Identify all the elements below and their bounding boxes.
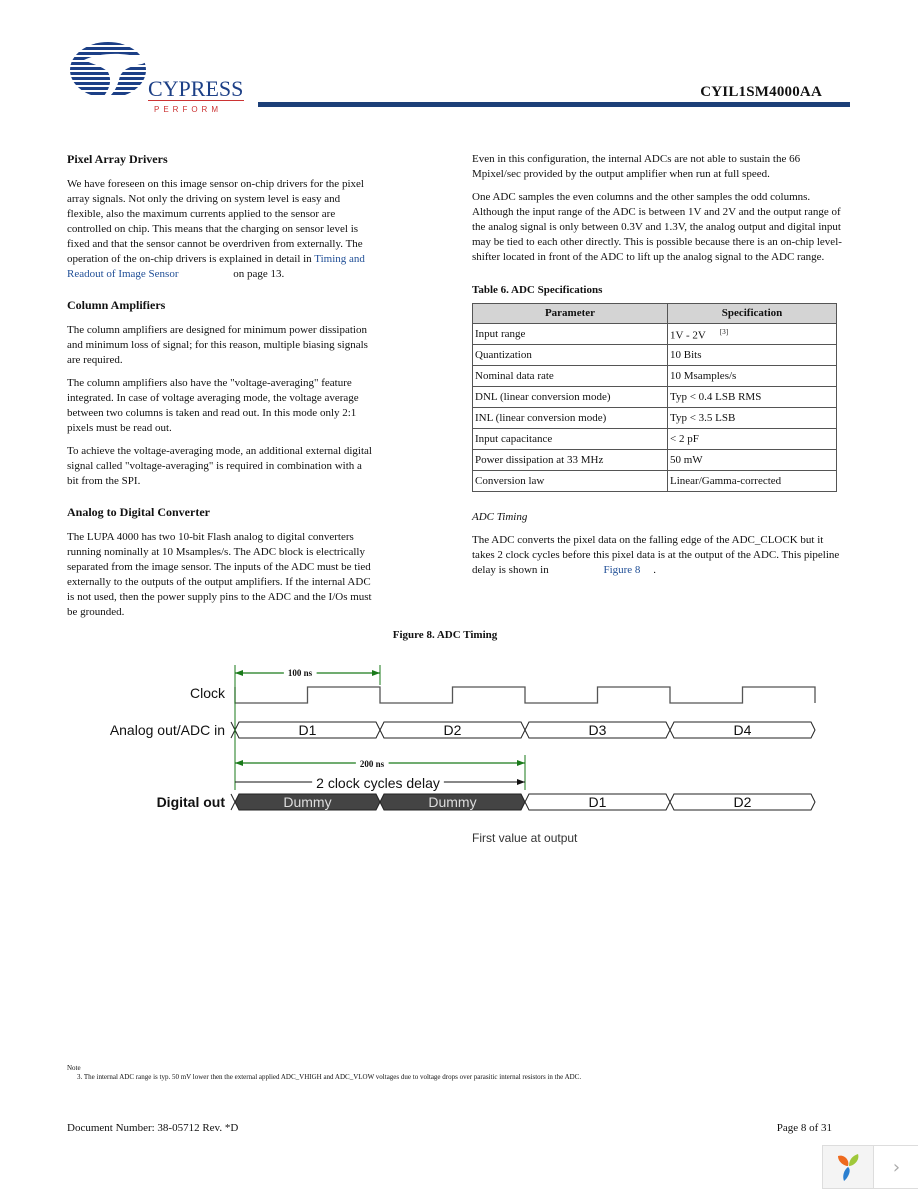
digital-bus-lead: [230, 793, 236, 811]
paragraph: We have foreseen on this image sensor on…: [67, 177, 372, 282]
table-title: Table 6. ADC Specifications: [472, 284, 603, 296]
paragraph: The column amplifiers also have the "vol…: [67, 377, 359, 434]
first-value-label: First value at output: [472, 831, 578, 845]
paragraph: Even in this configuration, the internal…: [472, 153, 801, 180]
figure-link[interactable]: Figure 8: [603, 564, 640, 576]
table-cell: Nominal data rate: [472, 365, 668, 387]
analog-bus-cell-label: D1: [299, 722, 317, 738]
paragraph: One ADC samples the even columns and the…: [472, 191, 842, 263]
table-cell: Typ < 0.4 LSB RMS: [667, 386, 837, 408]
subsection-heading: ADC Timing: [472, 511, 528, 523]
brand-name: CYPRESS: [148, 76, 243, 101]
column-header: Parameter: [472, 303, 668, 324]
paragraph: The column amplifiers are designed for m…: [67, 324, 368, 366]
table-cell: Input range: [472, 323, 668, 345]
period-dimension-tail: [235, 670, 243, 676]
table-cell: INL (linear conversion mode): [472, 407, 668, 429]
digital-label: Digital out: [157, 794, 226, 810]
digital-bus-cell-label: Dummy: [283, 794, 331, 810]
adc-spec-table: Parameter Specification Input range 1V -…: [472, 303, 837, 492]
delay-label: 2 clock cycles delay: [316, 775, 440, 791]
delay-arrow-head: [517, 779, 525, 785]
table-row: DNL (linear conversion mode) Typ < 0.4 LS…: [472, 386, 837, 408]
viewer-widget: ›: [822, 1145, 918, 1189]
footnote-text: 3. The internal ADC range is typ. 50 mV …: [77, 1073, 582, 1081]
period-dimension-head: [372, 670, 380, 676]
paragraph: To achieve the voltage-averaging mode, a…: [67, 445, 372, 487]
digital-bus-cell-label: D1: [589, 794, 607, 810]
paragraph: The ADC converts the pixel data on the f…: [472, 533, 842, 578]
footnote: Note 3. The internal ADC range is typ. 5…: [67, 1064, 647, 1082]
analog-bus-cell-label: D2: [444, 722, 462, 738]
cell-value: 1V - 2V: [670, 329, 706, 342]
table-cell: Typ < 3.5 LSB: [667, 407, 837, 429]
table-cell: Quantization: [472, 344, 668, 366]
analog-bus-cell-label: D4: [734, 722, 752, 738]
table-cell: DNL (linear conversion mode): [472, 386, 668, 408]
table-row: Input range 1V - 2V [3]: [472, 323, 837, 345]
clock-waveform: [234, 686, 816, 704]
table-cell: Power dissipation at 33 MHz: [472, 449, 668, 471]
delay-time-label: 200 ns: [360, 759, 385, 769]
table-cell: < 2 pF: [667, 428, 837, 450]
table-header-row: Parameter Specification: [472, 303, 837, 324]
left-column: Pixel Array Drivers We have foreseen on …: [67, 152, 372, 628]
table-row: Input capacitance < 2 pF: [472, 428, 837, 450]
digital-bus-cell-label: Dummy: [428, 794, 476, 810]
header-rule: [258, 102, 850, 107]
cypress-logo: CYPRESS PERFORM: [66, 38, 251, 118]
document-id: CYIL1SM4000AA: [700, 84, 822, 100]
analog-bus-lead: [230, 721, 236, 739]
digital-bus-cell-label: D2: [734, 794, 752, 810]
table-row: INL (linear conversion mode) Typ < 3.5 LS…: [472, 407, 837, 429]
table-cell: Input capacitance: [472, 428, 668, 450]
link-suffix: on page 13.: [233, 268, 285, 280]
table-cell: 1V - 2V [3]: [667, 323, 837, 345]
analog-label: Analog out/ADC in: [110, 722, 225, 738]
table-cell: 10 Bits: [667, 344, 837, 366]
viewer-logo-icon: [838, 1154, 859, 1181]
footnote-label: Note: [67, 1064, 81, 1072]
table-row: Nominal data rate 10 Msamples/s: [472, 365, 837, 387]
document-number: Document Number: 38-05712 Rev. *D: [67, 1122, 239, 1134]
paragraph: The LUPA 4000 has two 10-bit Flash analo…: [67, 531, 372, 618]
delay-dimension-tail: [235, 760, 243, 766]
table-cell: 50 mW: [667, 449, 837, 471]
next-page-button[interactable]: ›: [874, 1146, 918, 1188]
paragraph-text: We have foreseen on this image sensor on…: [67, 178, 364, 265]
logo-globe-icon: [70, 42, 156, 96]
section-heading: Pixel Array Drivers: [67, 152, 168, 166]
paragraph-suffix: .: [653, 564, 656, 576]
page-number: Page 8 of 31: [776, 1122, 832, 1134]
period-label: 100 ns: [288, 668, 313, 678]
table-cell: Conversion law: [472, 470, 668, 492]
clock-label: Clock: [190, 685, 226, 701]
footnote-ref[interactable]: [3]: [720, 328, 728, 336]
table-cell: 10 Msamples/s: [667, 365, 837, 387]
table-row: Conversion law Linear/Gamma-corrected: [472, 470, 837, 492]
section-heading: Analog to Digital Converter: [67, 505, 210, 519]
table-row: Power dissipation at 33 MHz 50 mW: [472, 449, 837, 471]
brand-tagline: PERFORM: [154, 105, 222, 114]
right-column: Even in this configuration, the internal…: [472, 152, 842, 586]
figure-title: Figure 8. ADC Timing: [392, 629, 498, 641]
column-header: Specification: [667, 303, 837, 324]
adc-timing-diagram: Clock Analog out/ADC in Digital out Firs…: [100, 660, 830, 850]
table-row: Quantization 10 Bits: [472, 344, 837, 366]
table-cell: Linear/Gamma-corrected: [667, 470, 837, 492]
analog-bus-cell-label: D3: [589, 722, 607, 738]
section-heading: Column Amplifiers: [67, 298, 166, 312]
viewer-logo-button[interactable]: [823, 1146, 874, 1188]
delay-dimension-head: [517, 760, 525, 766]
